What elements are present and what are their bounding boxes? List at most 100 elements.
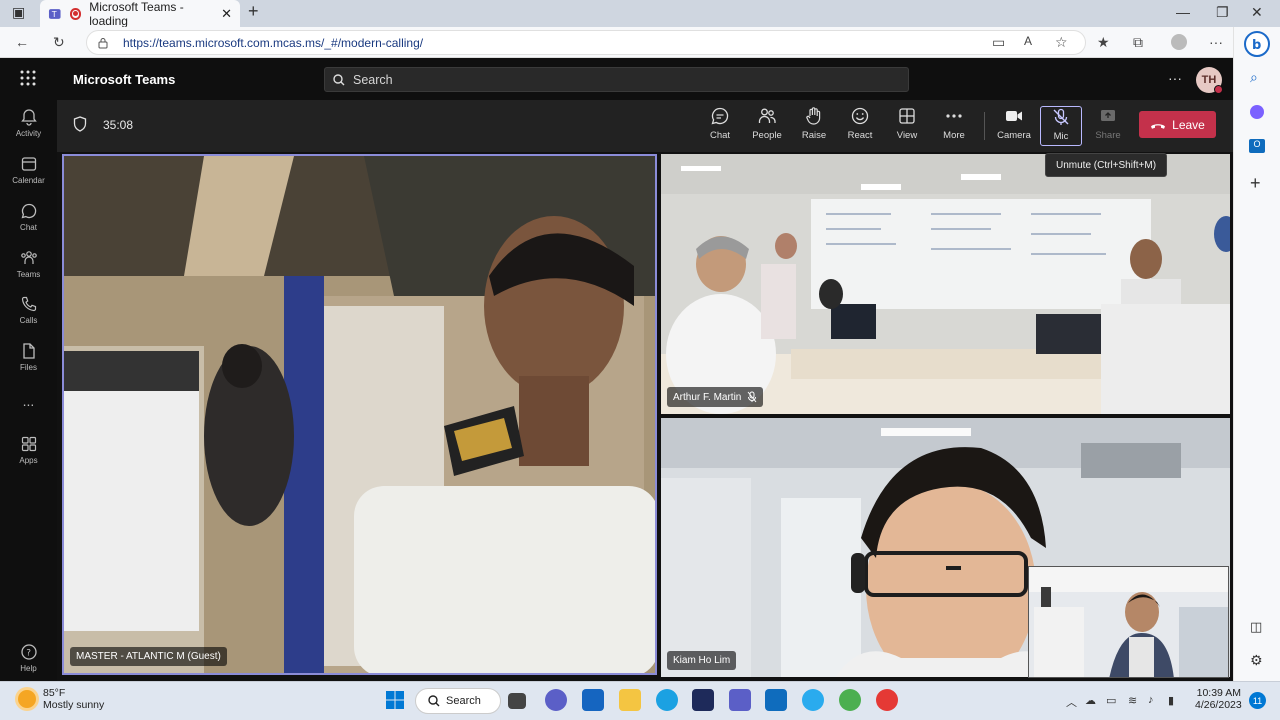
search-input[interactable]: Search	[324, 67, 909, 92]
store-icon[interactable]	[582, 689, 604, 711]
bing-icon[interactable]: b	[1244, 31, 1270, 57]
maximize-icon[interactable]: ❐	[1216, 4, 1229, 21]
volume-icon[interactable]: ♪	[1148, 694, 1154, 706]
svg-text:T: T	[51, 9, 57, 18]
settings-more-icon[interactable]: ···	[1209, 34, 1223, 50]
share-button[interactable]: Share	[1085, 106, 1131, 146]
more-options-icon[interactable]: ···	[1168, 70, 1182, 86]
close-window-icon[interactable]: ✕	[1251, 4, 1263, 21]
clock-date: 4/26/2023	[1195, 699, 1242, 711]
add-sidebar-icon[interactable]: +	[1250, 173, 1261, 194]
participant-name-tag: Arthur F. Martin	[667, 387, 764, 407]
rail-item-apps[interactable]: Apps	[0, 435, 57, 465]
video-tile-master[interactable]: MASTER - ATLANTIC M (Guest)	[62, 154, 657, 675]
shield-icon[interactable]	[73, 116, 87, 132]
weather-widget[interactable]: 85°F Mostly sunny	[18, 687, 104, 711]
rail-item-teams[interactable]: Teams	[0, 249, 57, 279]
avatar-initials: TH	[1201, 74, 1217, 86]
share-label: Share	[1095, 130, 1121, 141]
teams-app-icon[interactable]	[729, 689, 751, 711]
people-icon	[758, 108, 776, 123]
favorite-add-icon[interactable]: ☆	[1055, 34, 1068, 51]
weather-condition: Mostly sunny	[43, 699, 105, 711]
taskbar-search[interactable]: Search	[415, 688, 501, 714]
teams-chat-icon[interactable]	[545, 689, 567, 711]
mic-button[interactable]: Mic	[1040, 106, 1082, 146]
tray-overflow-icon[interactable]: ︿	[1066, 694, 1077, 710]
more-label: More	[943, 130, 965, 141]
camera-blocked-icon[interactable]: ▭	[992, 34, 1005, 51]
wifi-icon[interactable]: ≋	[1128, 694, 1137, 707]
chat-button[interactable]: Chat	[697, 106, 743, 146]
mic-tooltip: Unmute (Ctrl+Shift+M)	[1045, 153, 1168, 177]
windows-start-icon[interactable]	[385, 690, 405, 710]
back-icon[interactable]: ←	[15, 34, 29, 50]
people-button[interactable]: People	[744, 106, 790, 146]
search-icon	[428, 695, 440, 707]
outlook-icon[interactable]: O	[1249, 139, 1265, 153]
sidebar-toggle-icon[interactable]: ◫	[1250, 619, 1262, 635]
self-view-video[interactable]	[1028, 566, 1229, 678]
self-video	[1029, 567, 1228, 677]
phone-icon	[21, 296, 36, 312]
video-tile-arthur[interactable]: Arthur F. Martin	[661, 154, 1230, 414]
tab-actions-icon[interactable]: ▣	[12, 4, 25, 21]
react-button[interactable]: React	[837, 106, 883, 146]
leave-button[interactable]: Leave	[1139, 111, 1216, 138]
rail-item-activity[interactable]: Activity	[0, 108, 57, 138]
rail-item-calls[interactable]: Calls	[0, 295, 57, 325]
help-icon: ?	[20, 644, 37, 660]
rail-item-calendar[interactable]: Calendar	[0, 155, 57, 185]
browser-tab[interactable]: T Microsoft Teams - loading ✕	[40, 0, 240, 28]
edge-browser-icon[interactable]	[656, 689, 678, 711]
svg-text:b: b	[1252, 38, 1261, 53]
participant-video	[661, 154, 1230, 414]
rail-item-files[interactable]: Files	[0, 342, 57, 372]
participant-name: Arthur F. Martin	[673, 391, 742, 403]
rail-label-calendar: Calendar	[12, 176, 45, 185]
lock-icon	[98, 37, 108, 48]
file-explorer-icon[interactable]	[619, 689, 641, 711]
app-title: Microsoft Teams	[73, 72, 176, 87]
profile-icon[interactable]	[1171, 34, 1187, 50]
more-button[interactable]: More	[931, 106, 977, 146]
sidebar-settings-icon[interactable]: ⚙	[1250, 652, 1263, 669]
view-button[interactable]: View	[884, 106, 930, 146]
chrome-profile-icon[interactable]	[876, 689, 898, 711]
battery-icon[interactable]: ▮	[1168, 694, 1174, 707]
apps-icon	[21, 436, 36, 452]
collections-icon[interactable]: ⧉	[1133, 34, 1143, 51]
minimize-icon[interactable]: —	[1176, 4, 1190, 20]
url-field[interactable]: https://teams.microsoft.com.mcas.ms/_#/m…	[86, 30, 1086, 55]
outlook-app-icon[interactable]	[765, 689, 787, 711]
favorites-icon[interactable]: ★	[1097, 34, 1110, 51]
smiley-icon	[851, 107, 869, 125]
raise-hand-button[interactable]: Raise	[791, 106, 837, 146]
refresh-icon[interactable]: ↻	[53, 34, 65, 51]
rail-label-chat: Chat	[20, 223, 37, 232]
rail-item-help[interactable]: ? Help	[0, 643, 57, 673]
avatar[interactable]: TH	[1196, 67, 1223, 94]
muted-mic-icon	[747, 391, 757, 403]
search-sidebar-icon[interactable]: ⌕	[1250, 69, 1258, 86]
temperature: 85°F	[43, 687, 66, 699]
onedrive-icon[interactable]: ☁	[1085, 694, 1096, 707]
read-aloud-icon[interactable]: A	[1024, 34, 1032, 48]
task-view-icon[interactable]	[508, 693, 526, 709]
rail-item-chat[interactable]: Chat	[0, 202, 57, 232]
more-apps-icon: ...	[22, 393, 35, 409]
rail-item-more[interactable]: ...	[0, 393, 57, 409]
notification-badge[interactable]: 11	[1249, 692, 1266, 709]
copilot-icon[interactable]	[1250, 105, 1264, 119]
people-label: People	[752, 130, 782, 141]
camera-button[interactable]: Camera	[991, 106, 1037, 146]
mic-label: Mic	[1053, 131, 1069, 142]
close-tab-icon[interactable]: ✕	[221, 6, 232, 22]
chrome-icon[interactable]	[839, 689, 861, 711]
webex-icon[interactable]	[692, 689, 714, 711]
app-launcher-icon[interactable]	[20, 70, 36, 86]
tray-app-icon[interactable]: ▭	[1106, 694, 1116, 707]
telegram-icon[interactable]	[802, 689, 824, 711]
system-clock[interactable]: 10:39 AM 4/26/2023	[1195, 687, 1242, 711]
new-tab-icon[interactable]: +	[248, 1, 259, 22]
